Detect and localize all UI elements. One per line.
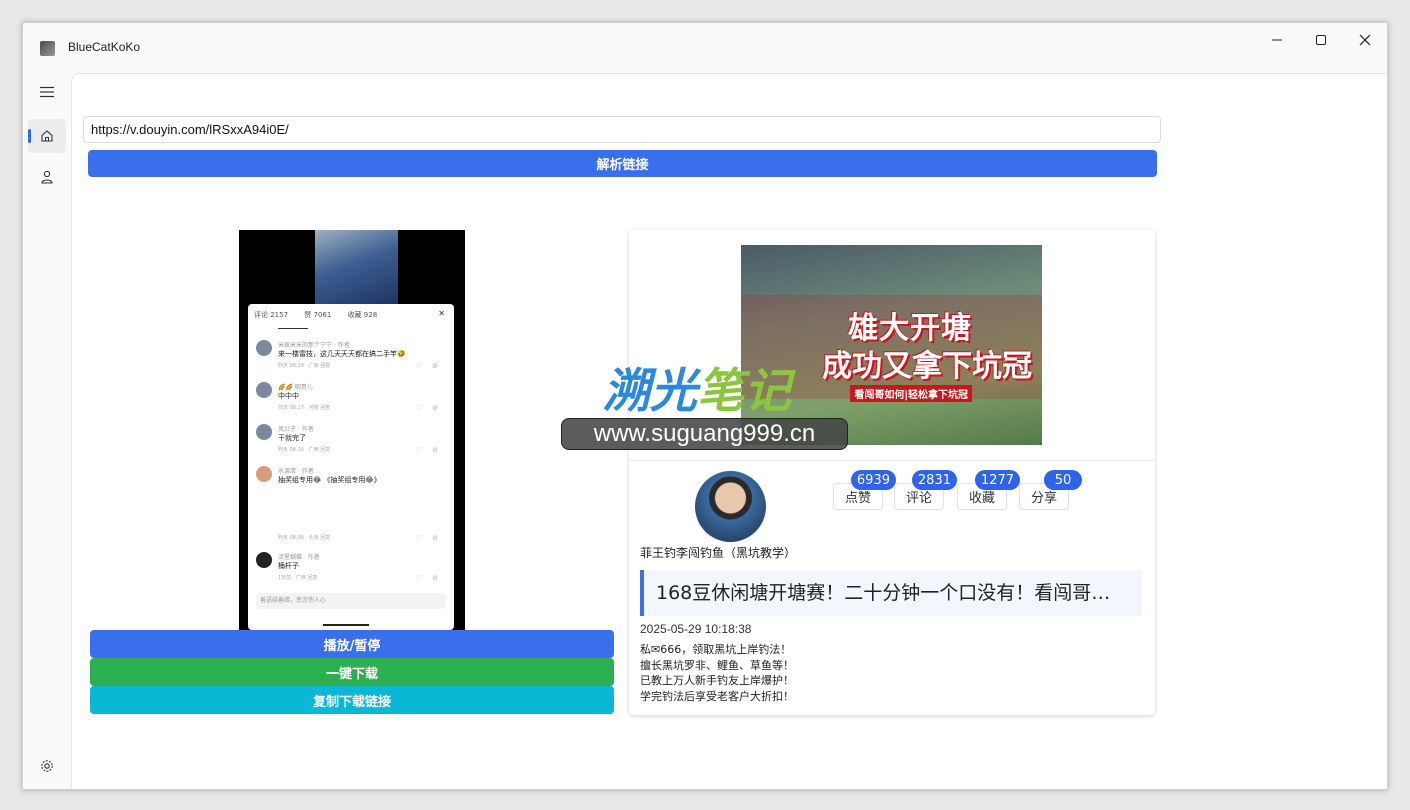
avatar [256,340,272,356]
stat-comments: 评论 2831 [894,470,957,510]
description-line: 私✉666，领取黑坑上岸钓法！ [640,643,792,656]
comment-user: 🌈🌈 明哥儿 [278,384,313,391]
watermark-logo: 溯光笔记 [603,352,791,421]
comment-meta: 昨天 08:28 · 广西 回复 [278,363,331,369]
tab-underline [278,328,308,329]
comment-user: 风公子 · 作者 [278,426,314,433]
parse-button[interactable]: 解析链接 [88,150,1157,177]
stat-favorites: 收藏 1277 [957,470,1020,510]
comment-user: 米家米米的那个宁宁 · 作者 [278,342,350,349]
nav-user[interactable] [28,160,66,194]
title-bar: BlueCatKoKo [23,23,1387,73]
tab-comments: 评论 2157 [254,311,289,319]
watermark-brand-a: 溯光 [603,364,697,419]
tab-favorites: 收藏 928 [347,311,378,319]
watermark-url: www.suguang999.cn [561,418,848,450]
video-info-card: 雄大开塘 成功又拿下坑冠 看闯哥如何|轻松拿下坑冠 点赞 6939 评论 283… [629,230,1155,715]
close-button[interactable] [1343,23,1387,57]
count-badge: 2831 [911,470,957,490]
comment-text: 抽奖组专用😂 《抽奖组专用😂》 [278,476,381,484]
stat-likes: 点赞 6939 [833,470,896,510]
comment-meta: 1天前 · 广西 回复 [278,575,318,581]
author-name: 菲王钓李闯钓鱼（黑坑教学） [640,546,797,560]
nav-home[interactable] [28,119,66,153]
comment-user: 流星蝴蝶 · 作者 [278,554,320,561]
count-badge: 6939 [850,470,896,490]
comment-text: 来一楼雷技，这几天天天都在搞二手竿🤣 [278,350,406,358]
avatar [256,466,272,482]
avatar [256,382,272,398]
count-badge: 1277 [974,470,1020,490]
app-logo [40,41,55,56]
minimize-button[interactable] [1255,23,1299,57]
comment-meta: 昨天 08:36 · 北京 回复 [278,535,331,541]
active-indicator [28,129,31,143]
hamburger-icon [40,86,54,98]
play-pause-button[interactable]: 播放/暂停 [90,630,614,658]
menu-button[interactable] [28,75,66,109]
user-icon [41,170,53,184]
count-badge: 50 [1044,470,1082,490]
like-icon: ♡⊘ [415,534,448,542]
minimize-icon [1272,39,1282,41]
like-icon: ♡⊘ [415,446,448,454]
watermark-brand-b: 笔记 [697,364,791,419]
comment-meta: 昨天 08:16 · 广西 回复 [278,447,331,453]
avatar [256,424,272,440]
divider [629,460,1155,461]
description-line: 学完钓法后享受老客户大折扣！ [640,689,794,703]
comment-meta: 前天 08:27 · 河南 回复 [278,405,331,411]
stat-shares: 分享 50 [1019,470,1082,510]
comment-text: 干就完了 [278,434,306,442]
comment-text: 桶杆子 [278,562,299,570]
comment-user: 水源清 · 作者 [278,468,314,475]
comment-input: 善语结善缘，恶言伤人心 [256,593,446,609]
author-avatar [695,471,766,542]
avatar [256,552,272,568]
comment-tabs: 评论 2157 赞 7061 收藏 928 [254,310,391,320]
maximize-icon [1316,35,1326,45]
home-icon [41,130,53,142]
nav-settings[interactable] [28,749,66,783]
copy-link-button[interactable]: 复制下载链接 [90,686,614,714]
url-input[interactable] [83,116,1161,143]
video-player[interactable]: 评论 2157 赞 7061 收藏 928 ✕ 米家米米的那个宁宁 · 作者 来… [239,230,465,630]
video-frame-image [315,230,398,304]
close-icon [1359,34,1371,46]
gear-icon [41,760,53,772]
window-title: BlueCatKoKo [68,40,141,54]
cover-text-line: 看闯哥如何|轻松拿下坑冠 [850,385,972,402]
like-icon: ♡⊘ [415,404,448,412]
like-icon: ♡⊘ [415,362,448,370]
download-button[interactable]: 一键下载 [90,658,614,686]
sidebar [23,73,71,789]
video-title: 168豆休闲塘开塘赛！二十分钟一个口没有！看闯哥… [640,570,1142,616]
comment-text: 中中中 [278,392,299,400]
cover-text-line: 成功又拿下坑冠 [822,349,1032,384]
close-icon: ✕ [438,309,445,318]
description-line: 已教上万人新手钓友上岸爆护！ [640,674,794,687]
tab-likes: 赞 7061 [304,311,332,319]
video-description: 私✉666，领取黑坑上岸钓法！ 擅长黑坑罗非、鲤鱼、草鱼等！ 已教上万人新手钓友… [640,642,794,704]
publish-time: 2025-05-29 10:18:38 [640,622,752,636]
maximize-button[interactable] [1299,23,1343,57]
description-line: 擅长黑坑罗非、鲤鱼、草鱼等！ [640,658,794,672]
comment-panel: 评论 2157 赞 7061 收藏 928 ✕ 米家米米的那个宁宁 · 作者 来… [248,304,454,630]
like-icon: ♡⊘ [415,574,448,582]
home-indicator [323,624,369,626]
